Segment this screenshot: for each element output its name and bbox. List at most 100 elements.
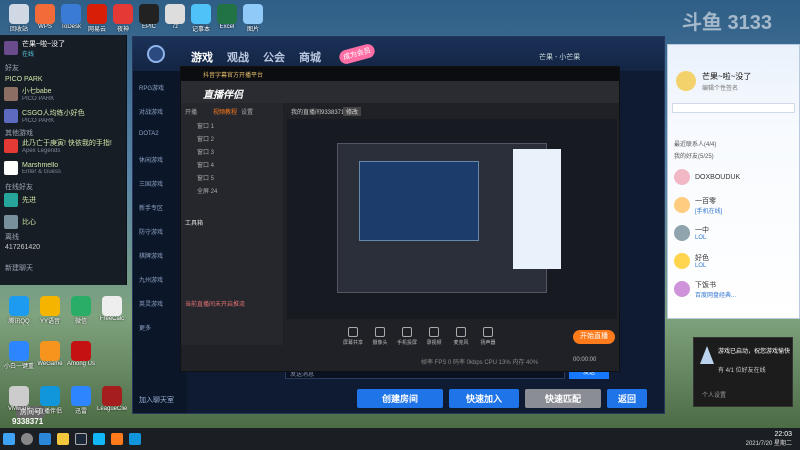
scene-item[interactable]: 窗口 2 [197, 134, 214, 143]
sidebar-item[interactable]: 更多 [139, 323, 151, 332]
steam-friends-window: 芒果~啦~没了 在线 好友 PICO PARK 小七babe PICO PARK C… [0, 35, 127, 285]
qq-contact-status: LOL [695, 263, 707, 269]
qq-contact[interactable]: 下饭书 百度网盘经典... [674, 277, 795, 301]
edit-title-button[interactable]: 修改 [343, 107, 362, 116]
qq-contact[interactable]: DOXBOUDUK [674, 165, 795, 189]
recharge-badge[interactable]: 成为会员 [337, 42, 377, 66]
friend-item[interactable]: 比心 [4, 213, 122, 231]
friend-item[interactable]: 先进 [4, 191, 122, 209]
qq-icon[interactable] [93, 433, 105, 445]
stream-tool-button[interactable]: 录视频 [422, 327, 446, 346]
game-icon[interactable] [111, 433, 123, 445]
desktop-icon[interactable]: WeGame [35, 341, 65, 367]
sidebar-item[interactable]: RPG游戏 [139, 83, 164, 92]
search-icon[interactable] [21, 433, 33, 445]
qq-contact[interactable]: 好色 LOL [674, 249, 795, 273]
desktop-icon-label: 图片 [246, 27, 259, 33]
qq-name: 芒果~啦~没了 [702, 72, 752, 81]
desktop-icon[interactable]: VMware [4, 386, 34, 412]
game-section[interactable]: PICO PARK [5, 76, 43, 83]
stream-tool-button[interactable]: 摄像头 [368, 327, 392, 346]
stream-icon[interactable] [129, 433, 141, 445]
desktop-icon[interactable]: 腾讯QQ [4, 296, 34, 325]
qq-contact[interactable]: 一中 LOL [674, 221, 795, 245]
desktop-icon[interactable]: LeagueClient [97, 386, 127, 412]
desktop-icon[interactable]: 小白一键重装 [4, 341, 34, 370]
sidebar-item[interactable]: 防守游戏 [139, 227, 163, 236]
desktop-icon[interactable]: YY语音 [35, 296, 65, 325]
sidebar-item[interactable]: 英灵游戏 [139, 299, 163, 308]
new-chat-button[interactable]: 新建聊天 [5, 263, 33, 273]
quick-match-button[interactable]: 快速匹配 [525, 389, 601, 408]
sidebar-item[interactable]: 新手专区 [139, 203, 163, 212]
sidebar-item[interactable]: 棋牌游戏 [139, 251, 163, 260]
notification-popup[interactable]: 游戏已启动，祝您游戏愉快 有 4/1 位好友在线 个人设置 [693, 337, 793, 407]
stream-tab[interactable]: 开播 [185, 107, 197, 116]
stream-tool-button[interactable]: 手机投屏 [395, 327, 419, 346]
qq-section-recent[interactable]: 最近联系人(4/4) [674, 139, 716, 148]
stream-notice: 当前直播间未开启推流 [185, 302, 246, 308]
desktop-icon[interactable]: FreeCalc [97, 296, 127, 322]
qq-contact-name: 下饭书 [695, 281, 716, 289]
start-icon[interactable] [3, 433, 15, 445]
desktop-icon[interactable]: 直播伴侣 [35, 386, 65, 415]
qq-contact-name: DOXBOUDUK [695, 173, 741, 181]
sidebar-item[interactable]: 休闲游戏 [139, 155, 163, 164]
sidebar-item[interactable]: 九州游戏 [139, 275, 163, 284]
friend-item[interactable]: CSGO人均练小好色 PICO PARK [4, 107, 122, 125]
edge-icon[interactable] [39, 433, 51, 445]
friend-item[interactable]: Marshmello Enter & Guess [4, 159, 122, 177]
qq-avatar[interactable] [676, 71, 696, 91]
sidebar-item[interactable]: DOTA2 [139, 131, 159, 137]
sidebar-item[interactable]: 对战游戏 [139, 107, 163, 116]
qq-search[interactable] [672, 103, 795, 113]
friend-add-button[interactable]: 加入聊天室 [139, 395, 174, 405]
qq-sign[interactable]: 编辑个性签名 [702, 83, 738, 92]
stream-preview [287, 119, 617, 319]
app-icon [87, 4, 107, 24]
back-button[interactable]: 返回 [607, 389, 647, 408]
stream-tool-button[interactable]: 麦克风 [449, 327, 473, 346]
tool-icon [348, 327, 358, 337]
tool-icon [456, 327, 466, 337]
stream-tab[interactable]: 设置 [241, 107, 253, 116]
friend-item[interactable]: 小七babe PICO PARK [4, 85, 122, 103]
desktop-icon-label: VMware [7, 406, 30, 412]
stream-tab[interactable]: 视频教程 [213, 107, 237, 116]
create-room-button[interactable]: 创建房间 [357, 389, 443, 408]
friend-status: Apex Legends [22, 148, 61, 154]
game-user[interactable]: 芒果 - 小芒果 [539, 52, 580, 62]
steam-user[interactable]: 芒果~啦~没了 在线 [4, 39, 122, 58]
avatar [4, 109, 18, 123]
scene-item[interactable]: 全屏 24 [197, 186, 217, 195]
stream-brand: 直播伴侣 [203, 90, 243, 101]
start-live-button[interactable]: 开始直播 [573, 330, 615, 344]
qq-contact[interactable]: 一百零 [手机在线] [674, 193, 795, 217]
desktop-icon[interactable]: 微信 [66, 296, 96, 325]
tab-game[interactable]: 游戏 [191, 49, 213, 65]
scene-item[interactable]: 窗口 5 [197, 173, 214, 182]
scene-item[interactable]: 窗口 1 [197, 121, 214, 130]
folder-icon[interactable] [57, 433, 69, 445]
desktop-icon[interactable]: Among Us [66, 341, 96, 367]
avatar [4, 139, 18, 153]
desktop-icon[interactable]: 图片 [238, 4, 268, 33]
steam-icon[interactable] [75, 433, 87, 445]
tab-shop[interactable]: 商城 [299, 49, 321, 65]
desktop-icon[interactable]: 迅雷 [66, 386, 96, 415]
scene-item[interactable]: 窗口 4 [197, 160, 214, 169]
notif-line2: 有 4/1 位好友在线 [718, 368, 766, 374]
tool-icon [402, 327, 412, 337]
tab-watch[interactable]: 观战 [227, 49, 249, 65]
sidebar-item[interactable]: 三国游戏 [139, 179, 163, 188]
desktop-icon-label: 腾讯QQ [8, 319, 30, 325]
tab-guild[interactable]: 公会 [263, 49, 285, 65]
qq-section-friends[interactable]: 我的好友(5/25) [674, 151, 714, 160]
offline-section[interactable]: 离线 [5, 232, 19, 242]
friend-item[interactable]: 此乃亡于庚寅! 快依我的手指! Apex Legends [4, 137, 122, 155]
stream-tool-button[interactable]: 扬声器 [476, 327, 500, 346]
quick-join-button[interactable]: 快速加入 [449, 389, 519, 408]
stream-tool-button[interactable]: 屏幕共享 [341, 327, 365, 346]
friend-name: 此乃亡于庚寅! 快依我的手指! [22, 140, 112, 147]
scene-item[interactable]: 窗口 3 [197, 147, 214, 156]
